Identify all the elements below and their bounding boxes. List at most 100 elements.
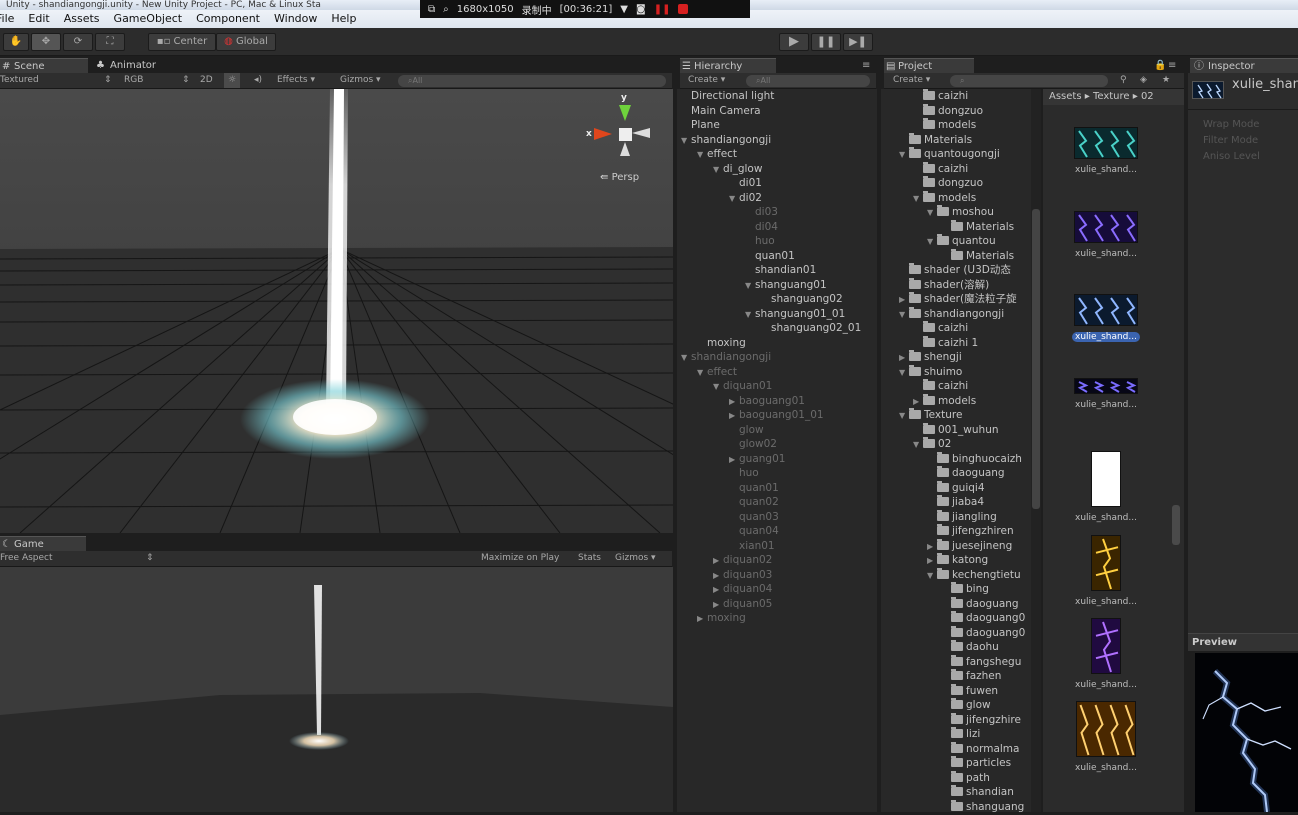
hierarchy-item[interactable]: ▶ diquan02 [713,553,772,567]
collapsed-arrow-icon[interactable]: ▶ [713,598,723,612]
expanded-arrow-icon[interactable]: ▼ [729,192,739,206]
hierarchy-search-input[interactable]: ⌕All [746,75,870,87]
hierarchy-item[interactable]: huo [729,466,759,480]
project-folder-item[interactable]: ▼ quantou [927,234,996,248]
favorite-star-icon[interactable]: ★ [1162,73,1170,88]
filter-label-icon[interactable]: ◈ [1140,73,1147,88]
menu-component[interactable]: Component [196,10,260,28]
hierarchy-item[interactable]: di03 [745,205,778,219]
project-folder-item[interactable]: daoguang0 [941,625,1025,640]
collapsed-arrow-icon[interactable]: ▶ [713,569,723,583]
menu-assets[interactable]: Assets [64,10,100,28]
hierarchy-item[interactable]: quan02 [729,495,779,509]
hierarchy-item[interactable]: ▼ diquan01 [713,379,772,393]
menu-file[interactable]: File [0,10,14,28]
expanded-arrow-icon[interactable]: ▼ [697,366,707,380]
expanded-arrow-icon[interactable]: ▼ [745,308,755,322]
project-folder-item[interactable]: shader(溶解) [899,277,989,292]
expanded-arrow-icon[interactable]: ▼ [899,409,909,423]
project-folder-item[interactable]: ▶ shader(魔法粒子旋 [899,292,1017,306]
project-folder-item[interactable]: ▼ shandiangongji [899,306,1004,322]
menu-help[interactable]: Help [331,10,356,28]
aspect-dropdown[interactable]: Free Aspect [0,551,53,566]
project-folder-item[interactable]: ▼ shuimo [899,364,962,379]
project-folder-item[interactable]: ▶ juesejineng [927,538,1012,554]
project-folder-item[interactable]: jiaba4 [927,495,984,509]
pivot-center-button[interactable]: ▪▫ Center [148,33,216,51]
project-folder-item[interactable]: fazhen [941,669,1001,683]
hierarchy-item[interactable]: ▶ diquan04 [713,582,772,596]
hierarchy-item[interactable]: ▼ shanguang01_01 [745,307,845,321]
hierarchy-item[interactable]: glow02 [729,437,777,451]
project-folder-item[interactable]: ▶ katong [927,553,988,567]
render-mode-dropdown[interactable]: RGB [124,73,143,88]
hierarchy-item[interactable]: di04 [745,220,778,234]
hierarchy-item[interactable]: ▶ diquan03 [713,568,772,582]
hierarchy-item[interactable]: quan01 [729,481,779,495]
expanded-arrow-icon[interactable]: ▼ [899,308,909,322]
project-folder-item[interactable]: ▼ quantougongji [899,147,1000,161]
maximize-on-play-toggle[interactable]: Maximize on Play [481,551,559,566]
project-folder-item[interactable]: caizhi [913,379,968,393]
hierarchy-item[interactable]: ▶ baoguang01_01 [729,408,824,422]
collapsed-arrow-icon[interactable]: ▶ [729,453,739,467]
hierarchy-item[interactable]: Plane [681,118,720,132]
pause-record-icon[interactable]: ❚❚ [654,4,671,15]
gizmo-zneg-cone[interactable] [632,128,650,138]
project-folder-item[interactable]: glow [941,698,991,712]
tab-inspector[interactable]: ⓘ Inspector [1190,58,1298,74]
tab-hierarchy[interactable]: ☰ Hierarchy [680,58,776,74]
step-button[interactable]: ▶❚ [843,33,873,51]
asset-thumbnail[interactable]: xulie_shand... [1072,451,1140,523]
scale-tool-button[interactable]: ⛶ [95,33,125,51]
project-folder-item[interactable]: dongzuo [913,176,983,190]
expanded-arrow-icon[interactable]: ▼ [927,206,937,220]
collapsed-arrow-icon[interactable]: ▶ [927,554,937,568]
asset-thumbnail[interactable]: xulie_shand... [1072,294,1140,342]
gizmo-center-cube[interactable] [619,128,632,141]
rotate-tool-button[interactable]: ⟳ [63,33,93,51]
collapsed-arrow-icon[interactable]: ▶ [927,540,937,554]
hierarchy-item[interactable]: quan03 [729,510,779,524]
expanded-arrow-icon[interactable]: ▼ [697,148,707,162]
lock-icon[interactable]: 🔒 [1154,60,1166,71]
project-folder-item[interactable]: caizhi [913,161,968,176]
persp-label[interactable]: ⇚ Persp [600,172,639,183]
tab-game[interactable]: ☾ Game [0,536,86,552]
effects-dropdown[interactable]: Effects ▾ [277,73,315,88]
hierarchy-item[interactable]: ▼ di_glow [713,162,762,176]
project-folder-item[interactable]: ▼ moshou [927,205,994,219]
hierarchy-item[interactable]: ▼ effect [697,365,737,379]
project-search-input[interactable]: ⌕ [950,75,1108,87]
project-folder-item[interactable]: daohu [941,640,999,654]
project-folder-item[interactable]: particles [941,756,1011,770]
project-folder-item[interactable]: shanguang [941,799,1024,812]
dropdown-icon[interactable]: ▼ [620,4,628,15]
hierarchy-item[interactable]: ▼ shanguang01 [745,278,827,292]
breadcrumb-texture[interactable]: Texture [1093,91,1130,102]
gizmo-yneg-cone[interactable] [620,142,630,156]
hierarchy-item[interactable]: Directional light [681,89,774,103]
asset-grid-scrollbar[interactable] [1172,505,1180,545]
project-folder-item[interactable]: 001_wuhun [913,422,999,437]
project-folder-item[interactable]: fangshegu [941,654,1021,669]
stats-toggle[interactable]: Stats [578,551,601,566]
breadcrumb-02[interactable]: 02 [1141,91,1154,102]
hierarchy-item[interactable]: ▶ guang01 [729,452,785,466]
expanded-arrow-icon[interactable]: ▼ [681,351,691,365]
asset-thumbnail[interactable]: xulie_shand... [1072,535,1140,607]
menu-edit[interactable]: Edit [28,10,49,28]
expanded-arrow-icon[interactable]: ▼ [713,163,723,177]
asset-thumbnail[interactable]: xulie_shand... [1072,127,1140,175]
project-create-button[interactable]: Create ▾ [893,73,930,88]
project-folder-item[interactable]: daoguang0 [941,611,1025,625]
game-gizmos-dropdown[interactable]: Gizmos ▾ [615,551,656,566]
project-folder-item[interactable]: Materials [941,248,1014,263]
hierarchy-item[interactable]: shanguang02_01 [761,321,861,335]
scene-gizmo[interactable]: y x ⇚ Persp [586,93,660,183]
hierarchy-item[interactable]: ▶ moxing [697,611,746,625]
project-folder-item[interactable]: jifengzhiren [927,524,1014,538]
hierarchy-item[interactable]: moxing [697,336,746,350]
audio-toggle-icon[interactable]: ◂) [254,73,262,88]
project-menu-icon[interactable]: ≡ [1168,60,1176,71]
